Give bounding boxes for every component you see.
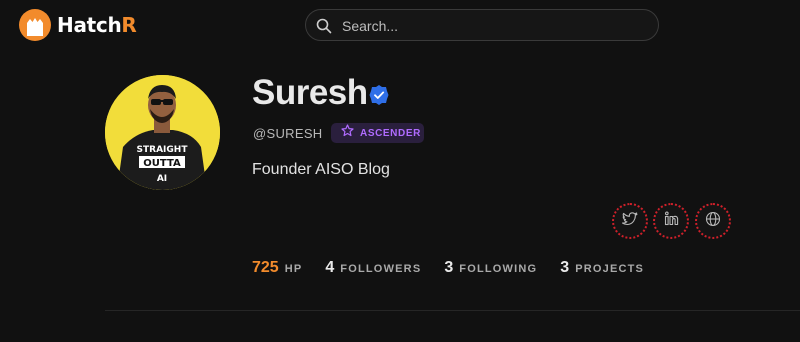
logo-text: HatchR (57, 13, 137, 37)
hatchr-logo-icon (19, 9, 51, 41)
stat-projects-label: PROJECTS (575, 263, 645, 275)
stat-followers[interactable]: 4 FOLLOWERS (325, 259, 421, 277)
top-bar: HatchR (0, 0, 800, 52)
rank-badge-label: ASCENDER (360, 127, 421, 139)
stat-followers-label: FOLLOWERS (340, 263, 422, 275)
avatar-shirt-line-2: OUTTA (143, 158, 181, 169)
globe-icon (705, 211, 721, 232)
search-input[interactable] (340, 10, 644, 42)
stat-hp-label: HP (284, 263, 303, 275)
stat-following-label: FOLLOWING (459, 263, 538, 275)
search-icon (316, 18, 332, 39)
linkedin-icon (664, 211, 679, 231)
profile-stats: 725 HP 4 FOLLOWERS 3 FOLLOWING 3 PROJECT… (252, 259, 667, 277)
stat-followers-value: 4 (325, 259, 335, 276)
section-divider (105, 310, 800, 311)
verified-badge-icon (369, 84, 389, 111)
twitter-link[interactable] (612, 203, 648, 239)
avatar: STRAIGHT OUTTA AI (105, 75, 220, 190)
avatar-shirt-line-3: AI (157, 174, 167, 184)
twitter-icon (621, 211, 638, 231)
logo-text-prefix: Hatch (57, 13, 122, 37)
profile-name: Suresh (252, 73, 368, 112)
stat-following-value: 3 (444, 259, 454, 276)
rank-badge: ASCENDER (331, 123, 424, 143)
stat-hp: 725 HP (252, 259, 302, 277)
avatar-shirt-line-1: STRAIGHT (137, 145, 189, 155)
stat-projects-value: 3 (560, 259, 570, 276)
profile-bio: Founder AISO Blog (252, 161, 390, 178)
logo[interactable]: HatchR (19, 9, 137, 41)
logo-text-accent: R (121, 13, 137, 37)
profile-handle: @SURESH (253, 126, 323, 141)
website-link[interactable] (695, 203, 731, 239)
star-icon (341, 124, 354, 142)
stat-following[interactable]: 3 FOLLOWING (444, 259, 537, 277)
search-bar[interactable] (305, 9, 659, 42)
stat-hp-value: 725 (252, 259, 279, 276)
stat-projects[interactable]: 3 PROJECTS (560, 259, 644, 277)
linkedin-link[interactable] (653, 203, 689, 239)
